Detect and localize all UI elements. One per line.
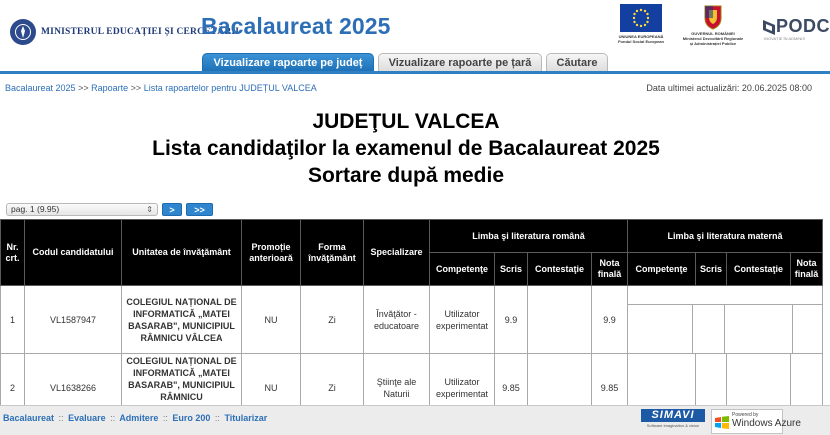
last-page-button[interactable]: >>	[186, 203, 213, 216]
col-mt-competences: Competenţe	[627, 252, 696, 286]
ministry-emblem-icon	[10, 19, 36, 45]
tab-search[interactable]: Căutare	[546, 53, 608, 72]
empty-cell	[628, 304, 693, 353]
cell-school-link[interactable]: COLEGIUL NAȚIONAL DE INFORMATICĂ „MATEI …	[121, 285, 242, 354]
cell-nr: 1	[0, 285, 25, 354]
breadcrumb-item-county-list[interactable]: Lista rapoartelor pentru JUDEȚUL VALCEA	[144, 83, 317, 93]
simavi-logo[interactable]: SIMAVI Software imagination & vision	[641, 409, 705, 433]
col-candidate-code: Codul candidatului	[24, 219, 122, 286]
windows-flag-icon	[715, 416, 729, 429]
footer-link-bacalaureat[interactable]: Bacalaureat	[3, 413, 54, 423]
col-ro-final-grade: Nota finală	[591, 252, 628, 286]
col-ro-written: Scris	[494, 252, 528, 286]
podca-logo: PODCA INOVAȚIE ÎN ADMINIS	[762, 14, 830, 42]
azure-name: Windows Azure	[732, 418, 801, 429]
col-mt-final-grade: Nota finală	[790, 252, 823, 286]
breadcrumb-item-reports[interactable]: Rapoarte	[91, 83, 128, 93]
cell-ro-appeal	[527, 285, 592, 354]
footer-link-euro200[interactable]: Euro 200	[172, 413, 210, 423]
romania-crest-icon	[703, 4, 723, 30]
cell-mother-tongue-empty	[627, 285, 823, 354]
sort-title: Sortare după medie	[307, 164, 505, 187]
select-chevron-icon: ⇕	[146, 205, 153, 214]
county-title: JUDEŢUL VALCEA	[312, 110, 500, 133]
mother-tongue-subgrid	[628, 286, 822, 353]
government-logo: GUVERNUL ROMÂNIEI Ministerul Dezvoltării…	[682, 4, 744, 46]
cell-education-form: Zi	[300, 285, 364, 354]
candidates-table: Nr. crt. Codul candidatului Unitatea de …	[0, 219, 823, 422]
col-education-form: Forma învăţământ	[300, 219, 364, 286]
podca-label: PODCA	[776, 16, 830, 36]
footer-links: Bacalaureat :: Evaluare :: Admitere :: E…	[3, 413, 267, 423]
col-group-mother-tongue: Limba şi literatura maternă	[627, 219, 823, 253]
site-footer: Bacalaureat :: Evaluare :: Admitere :: E…	[0, 405, 830, 435]
podca-subtitle: INOVAȚIE ÎN ADMINIS	[764, 36, 806, 41]
breadcrumb-separator: >>	[130, 83, 142, 93]
tab-country-reports[interactable]: Vizualizare rapoarte pe țară	[378, 53, 542, 72]
list-title: Lista candidaţilor la examenul de Bacala…	[152, 137, 660, 160]
footer-link-evaluare[interactable]: Evaluare	[68, 413, 106, 423]
footer-link-titularizare[interactable]: Titularizar	[224, 413, 267, 423]
eu-caption: UNIUNEA EUROPEANĂ Fondul Social European	[618, 34, 664, 44]
cell-specialization: Învăţător - educatoare	[363, 285, 430, 354]
simavi-label: SIMAVI	[641, 409, 705, 422]
footer-separator: ::	[162, 413, 168, 423]
col-ro-appeal: Contestaţie	[527, 252, 592, 286]
empty-cell	[724, 304, 793, 353]
app-title[interactable]: Bacalaureat 2025	[201, 13, 391, 40]
eu-logo: UNIUNEA EUROPEANĂ Fondul Social European	[614, 4, 668, 44]
footer-separator: ::	[58, 413, 64, 423]
col-group-romanian: Limba şi literatura română	[429, 219, 628, 253]
col-specialization: Specializare	[363, 219, 430, 286]
cell-previous-promotion: NU	[241, 285, 301, 354]
report-tabs: Vizualizare rapoarte pe județ Vizualizar…	[202, 53, 612, 72]
site-header: MINISTERUL EDUCAȚIEI ȘI CERCETĂRII Bacal…	[0, 0, 830, 72]
eu-flag-icon	[620, 4, 662, 32]
col-mt-appeal: Contestaţie	[726, 252, 791, 286]
cell-candidate-code: VL1587947	[24, 285, 122, 354]
gov-caption: GUVERNUL ROMÂNIEI Ministerul Dezvoltării…	[682, 31, 744, 46]
empty-cell	[628, 286, 822, 305]
footer-link-admitere[interactable]: Admitere	[119, 413, 158, 423]
next-page-button[interactable]: >	[162, 203, 182, 216]
breadcrumb: Bacalaureat 2025 >> Rapoarte >> Lista ra…	[5, 83, 317, 93]
breadcrumb-separator: >>	[78, 83, 89, 93]
cell-ro-written: 9.9	[494, 285, 528, 354]
simavi-subtitle: Software imagination & vision	[646, 423, 700, 428]
col-ro-competences: Competenţe	[429, 252, 495, 286]
page-heading: JUDEŢUL VALCEA Lista candidaţilor la exa…	[0, 108, 812, 189]
table-row: 1 VL1587947 COLEGIUL NAȚIONAL DE INFORMA…	[0, 285, 823, 354]
footer-separator: ::	[110, 413, 116, 423]
cell-ro-competences: Utilizator experimentat	[429, 285, 495, 354]
col-nr: Nr. crt.	[0, 219, 25, 286]
pagination: pag. 1 (9.95) ⇕ > >>	[6, 203, 213, 216]
last-update-text: Data ultimei actualizări: 20.06.2025 08:…	[646, 83, 812, 93]
page-select[interactable]: pag. 1 (9.95) ⇕	[6, 203, 158, 216]
page-select-value: pag. 1 (9.95)	[11, 204, 60, 214]
col-school: Unitatea de învăţământ	[121, 219, 242, 286]
windows-azure-logo[interactable]: Powered by Windows Azure	[711, 409, 801, 434]
empty-cell	[692, 304, 725, 353]
footer-separator: ::	[214, 413, 220, 423]
col-mt-written: Scris	[695, 252, 727, 286]
podca-mark-icon	[763, 20, 775, 35]
cell-ro-final-grade: 9.9	[591, 285, 628, 354]
empty-cell	[792, 304, 822, 353]
tab-county-reports[interactable]: Vizualizare rapoarte pe județ	[202, 53, 374, 72]
tab-bar-divider	[0, 71, 830, 74]
breadcrumb-item-home[interactable]: Bacalaureat 2025	[5, 83, 76, 93]
col-previous-promotion: Promoție anterioară	[241, 219, 301, 286]
